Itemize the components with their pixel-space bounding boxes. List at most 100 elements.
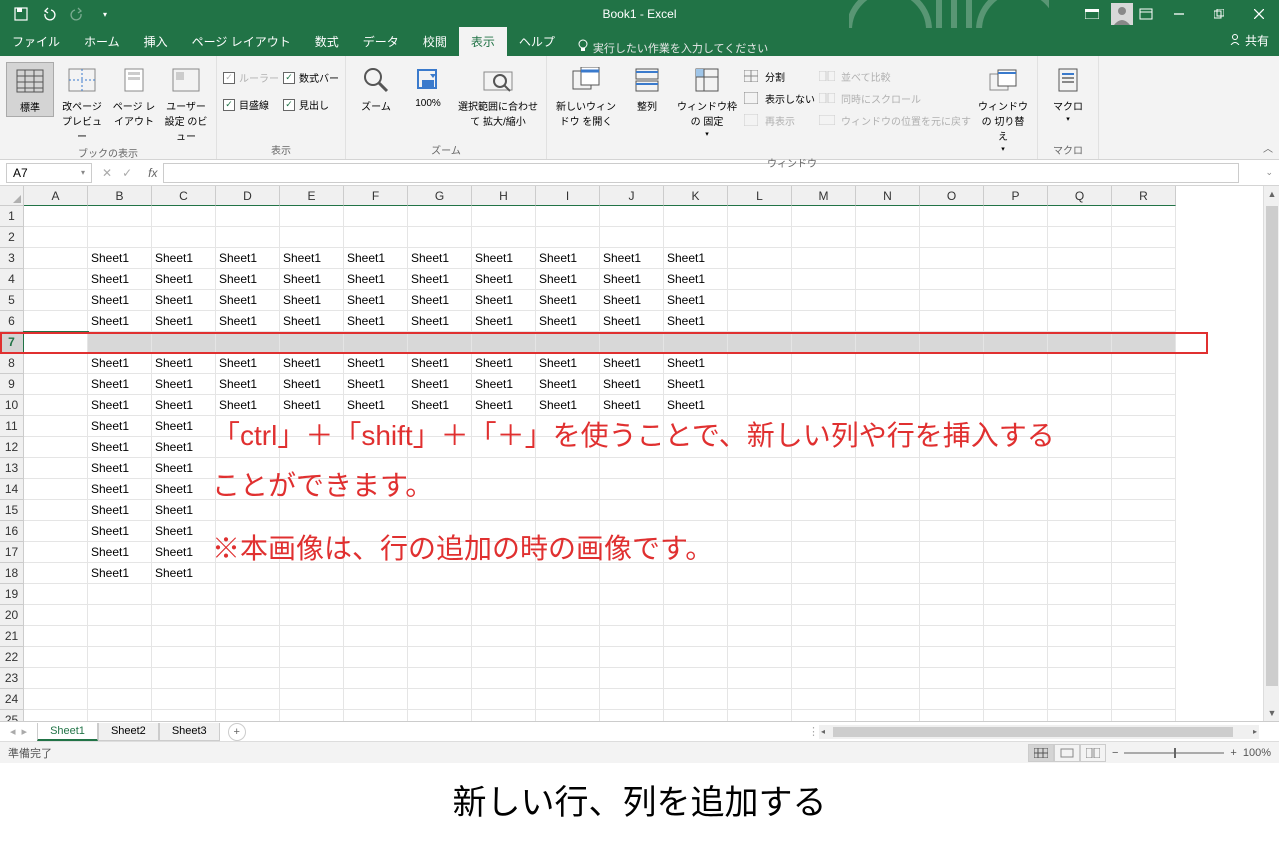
zoom-button[interactable]: ズーム — [352, 62, 400, 115]
row-header-22[interactable]: 22 — [0, 647, 24, 668]
col-header-E[interactable]: E — [280, 186, 344, 206]
cell[interactable] — [856, 227, 920, 248]
cell[interactable]: Sheet1 — [88, 290, 152, 311]
row-header-25[interactable]: 25 — [0, 710, 24, 721]
cell[interactable] — [24, 647, 88, 668]
add-sheet-button[interactable]: + — [228, 723, 246, 741]
cell[interactable] — [24, 206, 88, 227]
horizontal-scrollbar[interactable]: ◂ ▸ — [819, 725, 1259, 739]
cell[interactable] — [1048, 353, 1112, 374]
cell[interactable] — [920, 710, 984, 721]
cell[interactable] — [856, 668, 920, 689]
cell[interactable] — [152, 605, 216, 626]
cell[interactable] — [152, 206, 216, 227]
select-all-button[interactable] — [0, 186, 24, 206]
cell[interactable]: Sheet1 — [280, 353, 344, 374]
cell[interactable] — [792, 227, 856, 248]
tell-me-search[interactable]: 実行したい作業を入力してください — [567, 39, 778, 56]
cell[interactable] — [856, 605, 920, 626]
cell[interactable] — [408, 584, 472, 605]
col-header-F[interactable]: F — [344, 186, 408, 206]
cell[interactable] — [88, 647, 152, 668]
cell[interactable] — [408, 626, 472, 647]
tab-数式[interactable]: 数式 — [303, 27, 351, 56]
cell[interactable] — [24, 542, 88, 563]
cell[interactable] — [728, 332, 792, 353]
cell[interactable]: Sheet1 — [344, 290, 408, 311]
cell[interactable] — [792, 626, 856, 647]
cell[interactable] — [984, 584, 1048, 605]
col-header-N[interactable]: N — [856, 186, 920, 206]
row-header-17[interactable]: 17 — [0, 542, 24, 563]
vertical-scrollbar[interactable]: ▲ ▼ — [1263, 186, 1279, 721]
cell[interactable] — [536, 668, 600, 689]
row-header-12[interactable]: 12 — [0, 437, 24, 458]
cell[interactable] — [984, 311, 1048, 332]
cell[interactable]: Sheet1 — [152, 395, 216, 416]
cell[interactable] — [472, 626, 536, 647]
page-break-view-button[interactable] — [1080, 744, 1106, 762]
cell[interactable] — [728, 626, 792, 647]
cell[interactable] — [536, 227, 600, 248]
cell[interactable] — [856, 353, 920, 374]
cell[interactable] — [728, 668, 792, 689]
cell[interactable] — [24, 269, 88, 290]
cell[interactable] — [24, 353, 88, 374]
cell[interactable] — [24, 521, 88, 542]
cell[interactable] — [24, 563, 88, 584]
cell[interactable] — [792, 353, 856, 374]
cell[interactable] — [792, 332, 856, 353]
cell[interactable] — [408, 605, 472, 626]
cell[interactable]: Sheet1 — [408, 290, 472, 311]
arrange-all-button[interactable]: 整列 — [623, 62, 671, 115]
cell[interactable] — [984, 269, 1048, 290]
cell[interactable]: Sheet1 — [216, 374, 280, 395]
cell[interactable] — [728, 311, 792, 332]
prev-sheet-icon[interactable]: ◂ — [10, 725, 16, 738]
cell[interactable]: Sheet1 — [216, 353, 280, 374]
cell[interactable] — [88, 332, 152, 353]
cell[interactable]: Sheet1 — [88, 353, 152, 374]
enter-formula-icon[interactable]: ✓ — [122, 166, 132, 180]
zoom-100-button[interactable]: 100% — [404, 62, 452, 111]
cell[interactable] — [1048, 647, 1112, 668]
cell[interactable] — [152, 710, 216, 721]
page-layout-view-button[interactable] — [1054, 744, 1080, 762]
cell[interactable] — [1112, 584, 1176, 605]
cell[interactable] — [472, 689, 536, 710]
tab-ページ レイアウト[interactable]: ページ レイアウト — [180, 27, 303, 56]
cell[interactable]: Sheet1 — [216, 290, 280, 311]
formula-bar-checkbox[interactable]: ✓数式バー — [283, 70, 339, 85]
row-header-18[interactable]: 18 — [0, 563, 24, 584]
cell[interactable] — [24, 311, 88, 332]
cell[interactable] — [344, 647, 408, 668]
cell[interactable] — [1048, 584, 1112, 605]
scroll-up-icon[interactable]: ▲ — [1264, 186, 1279, 202]
cell[interactable] — [24, 248, 88, 269]
cell[interactable] — [1048, 269, 1112, 290]
cell[interactable] — [408, 332, 472, 353]
cell[interactable] — [280, 668, 344, 689]
cell[interactable] — [920, 332, 984, 353]
freeze-panes-button[interactable]: ウィンドウ枠の 固定▾ — [675, 62, 739, 140]
zoom-out-button[interactable]: − — [1112, 747, 1118, 759]
cell[interactable] — [216, 584, 280, 605]
cell[interactable] — [600, 605, 664, 626]
cell[interactable] — [24, 458, 88, 479]
cell[interactable] — [1048, 605, 1112, 626]
cell[interactable]: Sheet1 — [216, 248, 280, 269]
cell[interactable] — [1112, 290, 1176, 311]
macros-button[interactable]: マクロ▾ — [1044, 62, 1092, 125]
scroll-down-icon[interactable]: ▼ — [1264, 705, 1279, 721]
cell[interactable] — [472, 227, 536, 248]
cell[interactable] — [536, 584, 600, 605]
cell[interactable] — [88, 689, 152, 710]
row-header-2[interactable]: 2 — [0, 227, 24, 248]
cell[interactable]: Sheet1 — [472, 311, 536, 332]
tab-split-icon[interactable]: ⋮ — [808, 725, 819, 738]
cell[interactable] — [1112, 626, 1176, 647]
cell[interactable] — [792, 374, 856, 395]
cell[interactable]: Sheet1 — [600, 353, 664, 374]
cell[interactable]: Sheet1 — [88, 458, 152, 479]
cell[interactable] — [600, 626, 664, 647]
